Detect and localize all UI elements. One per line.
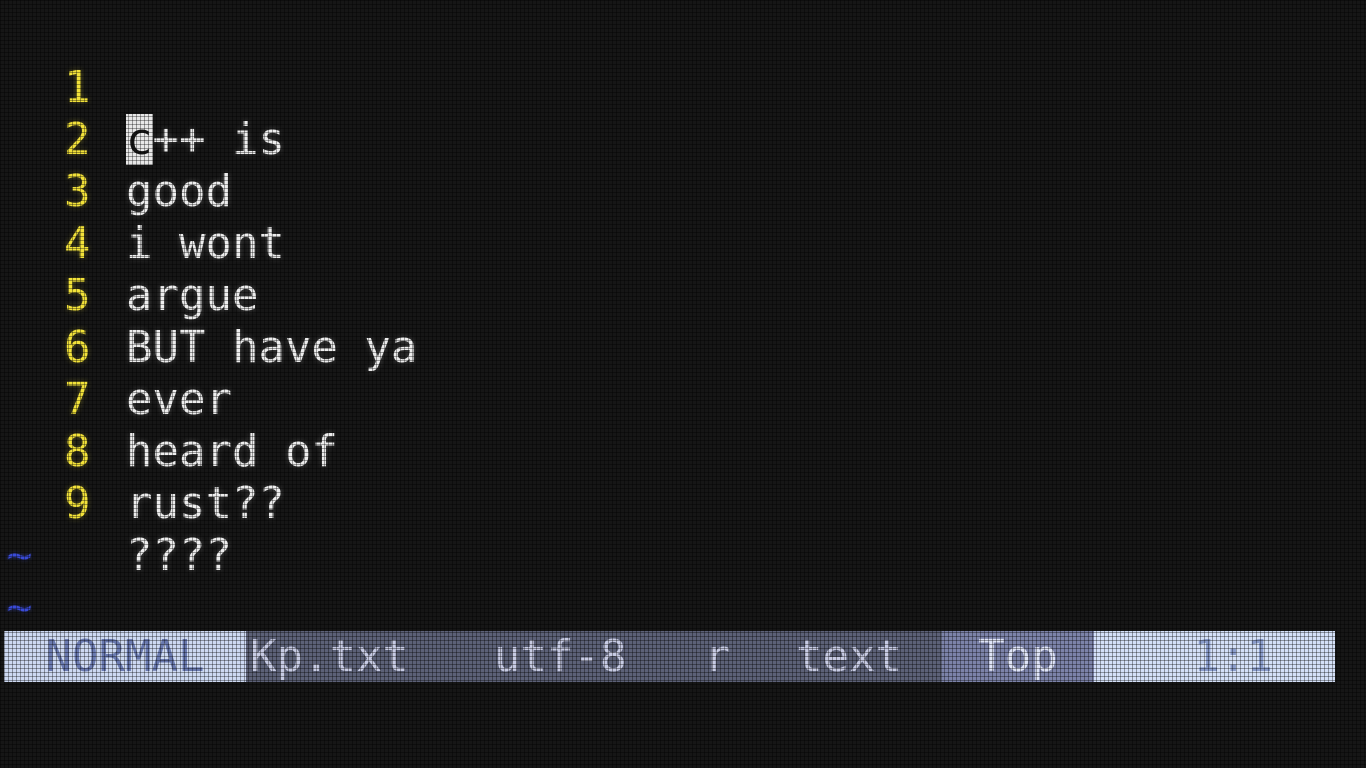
buffer-line[interactable]: 5 BUT have ya bbox=[0, 218, 1366, 373]
file-format: r bbox=[704, 631, 731, 682]
text-buffer[interactable]: 1 c++ is 2 good 3 i wont 4 argue 5 BUT h… bbox=[0, 10, 1366, 685]
file-info: Kp.txt utf-8 r text bbox=[246, 631, 942, 682]
buffer-line[interactable]: 2 good bbox=[0, 62, 1366, 217]
file-encoding: utf-8 bbox=[494, 631, 627, 682]
buffer-line[interactable]: 8 rust?? bbox=[0, 374, 1366, 529]
buffer-line[interactable]: 9 ???? bbox=[0, 426, 1366, 581]
cursor-position: 1:1 bbox=[1094, 631, 1335, 682]
buffer-line[interactable]: 4 argue bbox=[0, 166, 1366, 321]
mode-indicator: NORMAL bbox=[4, 631, 246, 682]
empty-line: ~ bbox=[0, 530, 1366, 633]
status-line: NORMAL Kp.txt utf-8 r text Top 1:1 bbox=[4, 631, 1335, 682]
buffer-line[interactable]: 3 i wont bbox=[0, 114, 1366, 269]
filename: Kp.txt bbox=[250, 631, 409, 682]
buffer-line[interactable]: 1 c++ is bbox=[0, 10, 1366, 165]
scroll-position: Top bbox=[942, 631, 1094, 682]
buffer-line[interactable]: 6 ever bbox=[0, 270, 1366, 425]
vim-editor-screen[interactable]: 1 c++ is 2 good 3 i wont 4 argue 5 BUT h… bbox=[0, 0, 1366, 768]
cursor-position-value: 1:1 bbox=[1193, 631, 1273, 682]
empty-line: ~ bbox=[0, 478, 1366, 581]
buffer-line[interactable]: 7 heard of bbox=[0, 322, 1366, 477]
empty-line: ~ bbox=[0, 582, 1366, 685]
file-type: text bbox=[796, 631, 902, 682]
